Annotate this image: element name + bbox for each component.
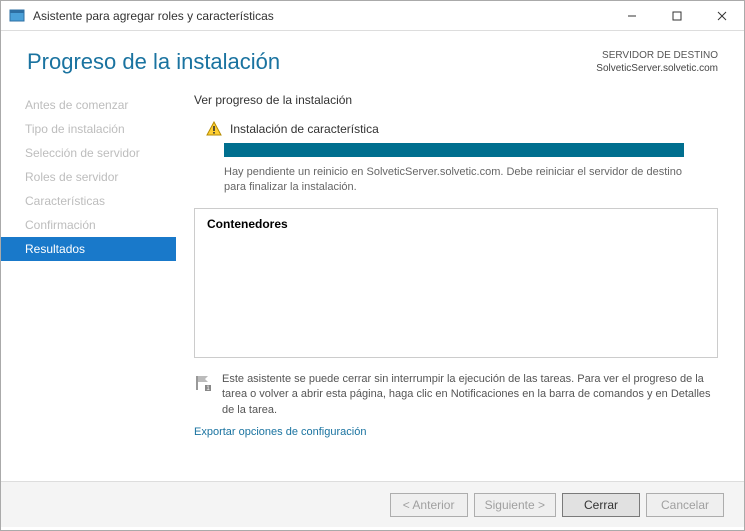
info-text: Este asistente se puede cerrar sin inter… bbox=[222, 372, 718, 418]
close-wizard-button[interactable]: Cerrar bbox=[562, 493, 640, 517]
sidebar-item-server-roles: Roles de servidor bbox=[1, 165, 176, 189]
close-button[interactable] bbox=[699, 1, 744, 31]
header: Progreso de la instalación SERVIDOR DE D… bbox=[1, 31, 744, 83]
warning-icon bbox=[206, 121, 222, 137]
status-title: Instalación de característica bbox=[230, 122, 379, 136]
result-feature: Contenedores bbox=[207, 217, 288, 231]
destination-label: SERVIDOR DE DESTINO bbox=[596, 49, 718, 62]
footer: < Anterior Siguiente > Cerrar Cancelar bbox=[1, 481, 744, 527]
destination-block: SERVIDOR DE DESTINO SolveticServer.solve… bbox=[596, 49, 718, 75]
sidebar-item-confirmation: Confirmación bbox=[1, 213, 176, 237]
sidebar-item-features: Características bbox=[1, 189, 176, 213]
sidebar-item-results[interactable]: Resultados bbox=[1, 237, 176, 261]
flag-icon: 1 bbox=[194, 374, 212, 392]
sidebar-item-install-type: Tipo de instalación bbox=[1, 117, 176, 141]
status-message: Hay pendiente un reinicio en SolveticSer… bbox=[224, 165, 684, 196]
sidebar-item-server-selection: Selección de servidor bbox=[1, 141, 176, 165]
window-title: Asistente para agregar roles y caracterí… bbox=[33, 9, 609, 23]
body: Antes de comenzar Tipo de instalación Se… bbox=[1, 83, 744, 481]
maximize-button[interactable] bbox=[654, 1, 699, 31]
status-row: Instalación de característica bbox=[206, 121, 718, 137]
minimize-button[interactable] bbox=[609, 1, 654, 31]
destination-server: SolveticServer.solvetic.com bbox=[596, 62, 718, 75]
window-controls bbox=[609, 1, 744, 31]
section-label: Ver progreso de la instalación bbox=[194, 93, 718, 107]
cancel-button: Cancelar bbox=[646, 493, 724, 517]
page-title: Progreso de la instalación bbox=[27, 49, 280, 75]
sidebar: Antes de comenzar Tipo de instalación Se… bbox=[1, 83, 176, 481]
export-config-link[interactable]: Exportar opciones de configuración bbox=[194, 426, 366, 438]
sidebar-item-before-begin: Antes de comenzar bbox=[1, 93, 176, 117]
titlebar: Asistente para agregar roles y caracterí… bbox=[1, 1, 744, 31]
next-button: Siguiente > bbox=[474, 493, 556, 517]
info-row: 1 Este asistente se puede cerrar sin int… bbox=[194, 372, 718, 418]
results-box[interactable]: Contenedores bbox=[194, 208, 718, 358]
previous-button: < Anterior bbox=[390, 493, 468, 517]
progress-bar bbox=[224, 143, 684, 157]
main-content: Ver progreso de la instalación Instalaci… bbox=[176, 83, 744, 481]
app-icon bbox=[9, 8, 25, 24]
